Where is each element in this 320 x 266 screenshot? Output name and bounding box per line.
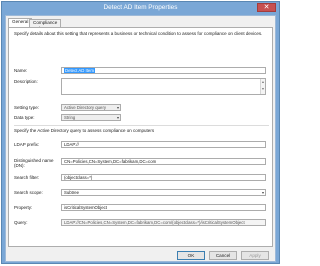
general-description-text: Specify details about this setting that … <box>14 31 263 36</box>
property-field[interactable]: isCriticalSystemObject <box>61 204 266 211</box>
ldap-prefix-field[interactable]: LDAP:// <box>61 141 266 148</box>
close-icon: ✕ <box>263 4 270 11</box>
cancel-button[interactable]: Cancel <box>209 251 237 260</box>
ldap-prefix-label: LDAP prefix: <box>14 142 40 147</box>
data-type-label: Data type: <box>14 115 35 120</box>
general-panel: Specify details about this setting that … <box>8 27 273 247</box>
dialog-client: General Compliance Rules Specify details… <box>5 15 276 262</box>
scroll-up-icon[interactable]: ▲ <box>261 79 265 86</box>
dialog-window: Detect AD Item Properties ✕ General Comp… <box>1 1 280 264</box>
ok-button[interactable]: OK <box>177 251 205 260</box>
dn-field[interactable]: CN=Policies,CN=System,DC=fabrikam,DC=com <box>61 158 266 165</box>
description-label: Description: <box>14 79 38 84</box>
apply-button[interactable]: Apply <box>241 251 269 260</box>
section-divider <box>14 125 269 126</box>
data-type-select: String ▾ <box>61 114 121 121</box>
property-label: Property: <box>14 205 33 210</box>
query-label: Query: <box>14 220 28 225</box>
dn-label: Distinguished name (DN): <box>14 158 54 168</box>
scroll-down-icon[interactable]: ▼ <box>261 86 265 93</box>
chevron-down-icon: ▾ <box>116 105 119 110</box>
setting-type-value: Active Directory query <box>64 105 107 110</box>
search-filter-label: Search filter: <box>14 175 40 180</box>
name-field[interactable]: Detect AD Item <box>61 67 266 74</box>
search-scope-value: Subtree <box>64 190 80 195</box>
description-field[interactable]: ▲ ▼ <box>61 78 266 95</box>
name-value: Detect AD Item <box>64 68 95 73</box>
window-title: Detect AD Item Properties <box>103 4 178 11</box>
description-scrollbar[interactable]: ▲ ▼ <box>260 79 265 94</box>
search-filter-field[interactable]: (objectclass=*) <box>61 174 266 181</box>
title-bar[interactable]: Detect AD Item Properties ✕ <box>2 2 279 15</box>
name-label: Name: <box>14 68 28 73</box>
search-scope-select[interactable]: Subtree ▾ <box>61 189 266 196</box>
setting-type-select: Active Directory query ▾ <box>61 104 121 111</box>
search-scope-label: Search scope: <box>14 190 43 195</box>
close-button[interactable]: ✕ <box>257 3 276 12</box>
chevron-down-icon: ▾ <box>116 115 119 120</box>
query-field[interactable]: LDAP://CN=Policies,CN=System,DC=fabrikam… <box>61 219 266 226</box>
tab-compliance-rules[interactable]: Compliance Rules <box>29 19 62 31</box>
query-section-text: Specify the Active Directory query to as… <box>14 128 155 133</box>
data-type-value: String <box>64 115 76 120</box>
chevron-down-icon[interactable]: ▾ <box>262 190 264 195</box>
setting-type-label: Setting type: <box>14 105 40 110</box>
